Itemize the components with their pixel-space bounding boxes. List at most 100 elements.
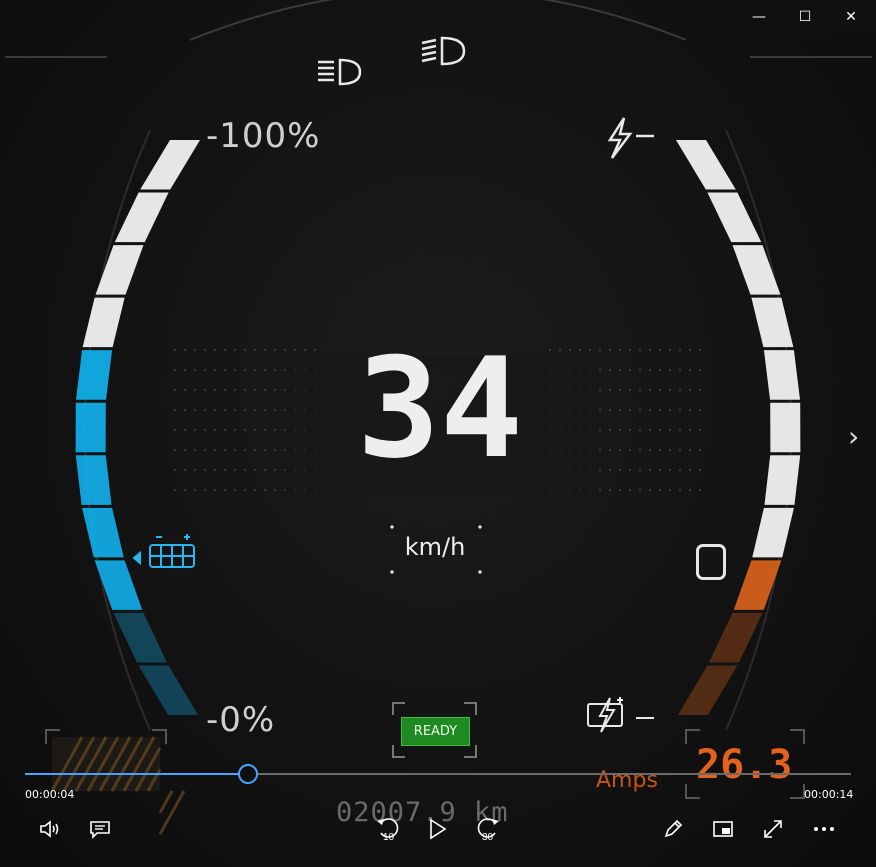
grid-dot [194, 369, 196, 371]
grid-dot [559, 349, 561, 351]
edit-button[interactable] [660, 816, 686, 842]
grid-dot [294, 349, 296, 351]
play-button[interactable] [424, 816, 450, 842]
speed-unit: km/h [404, 533, 466, 561]
grid-dot [689, 449, 691, 451]
grid-dot [609, 389, 611, 391]
top-arc [189, 0, 687, 41]
grid-dot [274, 489, 276, 491]
current-bar-segment [677, 665, 738, 715]
grid-dot [224, 469, 226, 471]
lightning-icon [607, 117, 654, 159]
grid-dot [669, 409, 671, 411]
grid-dot [599, 349, 601, 351]
grid-dot [204, 369, 206, 371]
grid-dot [264, 469, 266, 471]
grid-dot [214, 469, 216, 471]
play-icon [430, 818, 447, 840]
grid-dot [254, 389, 256, 391]
seek-bar[interactable] [25, 773, 851, 775]
grid-dot [699, 409, 701, 411]
grid-dot [649, 449, 651, 451]
grid-dot [194, 489, 196, 491]
grid-dot [699, 449, 701, 451]
grid-dot [234, 389, 236, 391]
battery-bar-segment [140, 140, 200, 190]
grid-dot [244, 409, 246, 411]
grid-dot [224, 449, 226, 451]
battery-bar-segment [82, 507, 124, 558]
volume-icon [40, 820, 59, 838]
window-titlebar: — ☐ ✕ [736, 0, 876, 34]
elapsed-time: 00:00:04 [25, 788, 75, 801]
next-chevron-icon[interactable]: › [848, 420, 859, 453]
grid-dot [599, 429, 601, 431]
grid-dot [194, 449, 196, 451]
grid-dot [214, 389, 216, 391]
more-options-button[interactable] [810, 816, 838, 842]
grid-dot [284, 349, 286, 351]
grid-dot [204, 469, 206, 471]
grid-dot [274, 369, 276, 371]
forward-30-button[interactable]: 30 [472, 812, 504, 844]
grid-dot [224, 429, 226, 431]
seek-thumb[interactable] [238, 764, 259, 784]
speed-readout: 34 [356, 328, 524, 489]
captions-button[interactable] [86, 816, 114, 842]
grid-dot [599, 469, 601, 471]
grid-dot [194, 409, 196, 411]
grid-dot [224, 409, 226, 411]
grid-dot [669, 389, 671, 391]
rewind-10-button[interactable]: 10 [372, 812, 404, 844]
grid-dot [214, 429, 216, 431]
grid-dot [679, 389, 681, 391]
volume-button[interactable] [36, 816, 64, 842]
grid-dot [639, 489, 641, 491]
grid-dot [649, 389, 651, 391]
grid-dot [214, 369, 216, 371]
grid-dot [649, 369, 651, 371]
battery-bar-segment [75, 350, 113, 400]
grid-dot [659, 349, 661, 351]
close-button[interactable]: ✕ [828, 0, 874, 34]
fullscreen-button[interactable] [760, 816, 786, 842]
grid-dot [244, 349, 246, 351]
minimize-button[interactable]: — [736, 0, 782, 34]
hatch-line [158, 790, 186, 835]
grid-dot [254, 349, 256, 351]
grid-dot [669, 369, 671, 371]
current-bar-segment [676, 140, 736, 190]
grid-dot [679, 349, 681, 351]
mini-view-button[interactable] [710, 816, 736, 842]
maximize-button[interactable]: ☐ [782, 0, 828, 34]
grid-dot [659, 389, 661, 391]
grid-dot [244, 389, 246, 391]
grid-dot [264, 369, 266, 371]
grid-dot [204, 349, 206, 351]
grid-dot [609, 469, 611, 471]
grid-dot [679, 449, 681, 451]
grid-dot [274, 389, 276, 391]
grid-dot [689, 429, 691, 431]
grid-dot [619, 369, 621, 371]
grid-dot [659, 409, 661, 411]
grid-dot [639, 429, 641, 431]
captions-icon [90, 821, 110, 839]
grid-dot [264, 489, 266, 491]
grid-dot [639, 449, 641, 451]
low-beam-icon [318, 58, 362, 86]
grid-dot [619, 489, 621, 491]
hatch-line [158, 790, 174, 814]
battery-bar-segment [75, 402, 106, 453]
grid-dot [274, 469, 276, 471]
grid-dot [174, 429, 176, 431]
battery-max-label: -100% [206, 116, 321, 156]
grid-dot [699, 389, 701, 391]
grid-dot [214, 409, 216, 411]
more-icon [814, 827, 834, 831]
grid-dot [234, 489, 236, 491]
grid-dot [214, 349, 216, 351]
grid-dot [224, 389, 226, 391]
grid-dot [264, 349, 266, 351]
fullscreen-icon [764, 820, 782, 838]
